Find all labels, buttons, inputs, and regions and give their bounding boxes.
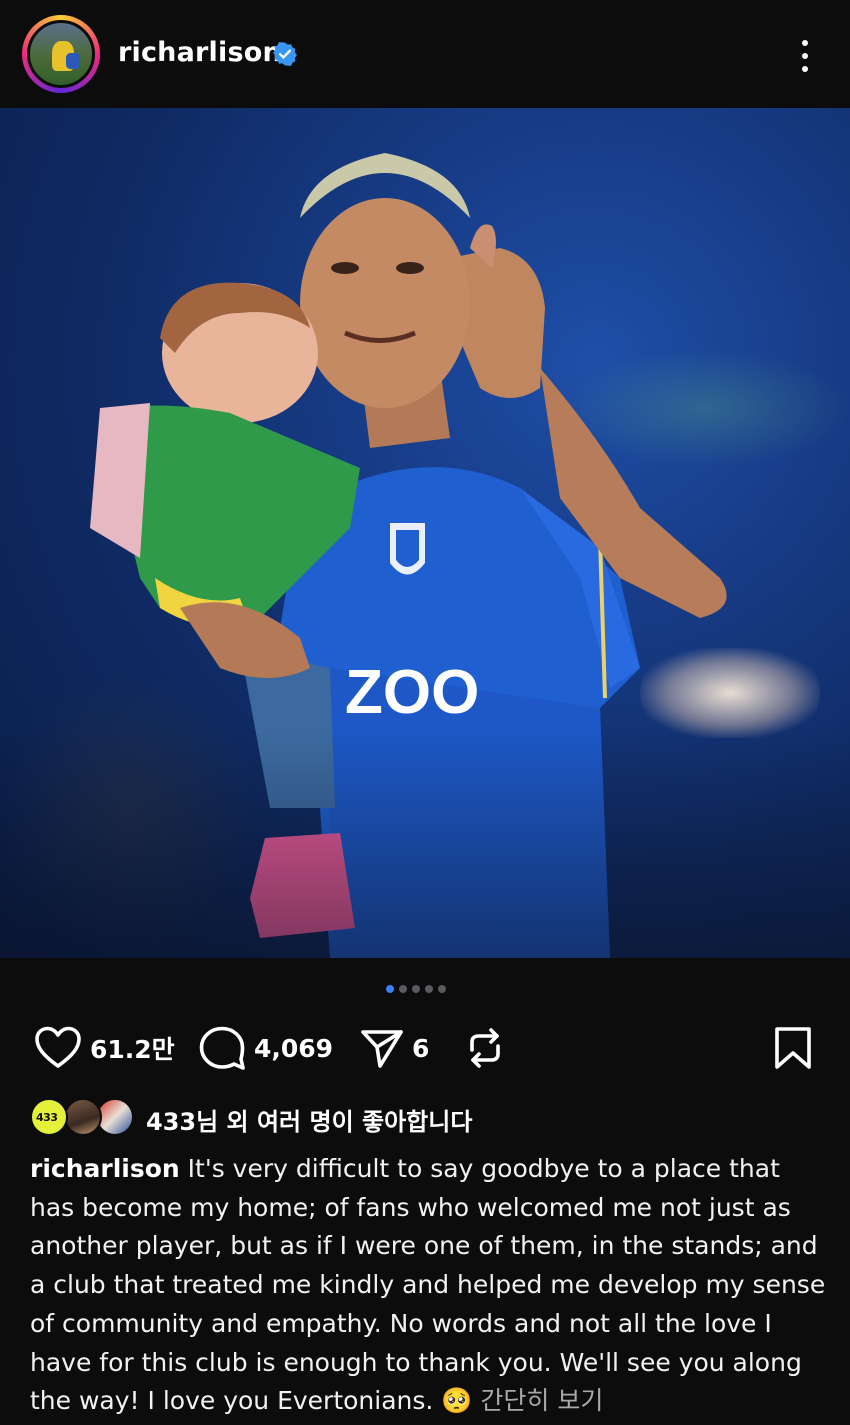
post-photo[interactable]: ZOO (0, 108, 850, 958)
post-header: richarlison (0, 0, 850, 108)
caption-emoji: 🥺 (441, 1386, 473, 1416)
carousel-dot (399, 985, 407, 993)
caption-text: It's very difficult to say goodbye to a … (30, 1154, 826, 1416)
like-count[interactable]: 61.2만 (90, 1030, 175, 1066)
svg-text:ZOO: ZOO (345, 658, 479, 727)
comment-count[interactable]: 4,069 (254, 1034, 333, 1063)
share-count[interactable]: 6 (412, 1034, 429, 1063)
caption-collapse-link[interactable]: 간단히 보기 (472, 1386, 603, 1415)
carousel-dot-active (386, 985, 394, 993)
post-username[interactable]: richarlison (118, 37, 282, 68)
profile-avatar[interactable] (27, 20, 95, 88)
verified-badge-icon (273, 42, 297, 66)
carousel-indicator (386, 985, 446, 995)
save-action[interactable] (772, 1020, 814, 1076)
post-caption: richarlison It's very difficult to say g… (30, 1150, 830, 1421)
carousel-dot (412, 985, 420, 993)
liked-by-avatar[interactable] (64, 1098, 102, 1136)
heart-icon[interactable] (34, 1026, 82, 1070)
caption-username[interactable]: richarlison (30, 1154, 180, 1183)
carousel-dot (438, 985, 446, 993)
bookmark-icon[interactable] (772, 1026, 814, 1070)
photo-vignette (0, 728, 850, 958)
carousel-dot (425, 985, 433, 993)
share-action[interactable]: 6 (360, 1020, 429, 1076)
post-actions: 61.2만 4,069 6 (0, 1020, 850, 1076)
avatar-figure-detail (66, 53, 80, 69)
comment-action[interactable]: 4,069 (198, 1020, 333, 1076)
liked-by-avatar[interactable]: 433 (30, 1098, 68, 1136)
comment-bubble-icon[interactable] (198, 1025, 246, 1071)
like-action[interactable]: 61.2만 (34, 1020, 175, 1076)
repost-action[interactable] (464, 1020, 506, 1076)
repost-icon[interactable] (464, 1026, 506, 1070)
liked-by-avatar-label: 433 (36, 1111, 58, 1124)
liked-by-text[interactable]: 433님 외 여러 명이 좋아합니다 (146, 1102, 472, 1137)
profile-avatar-ring[interactable] (22, 15, 100, 93)
more-vertical-icon[interactable] (790, 36, 820, 76)
send-icon[interactable] (360, 1026, 404, 1070)
liked-by[interactable]: 433 433님 외 여러 명이 좋아합니다 (30, 1096, 830, 1140)
